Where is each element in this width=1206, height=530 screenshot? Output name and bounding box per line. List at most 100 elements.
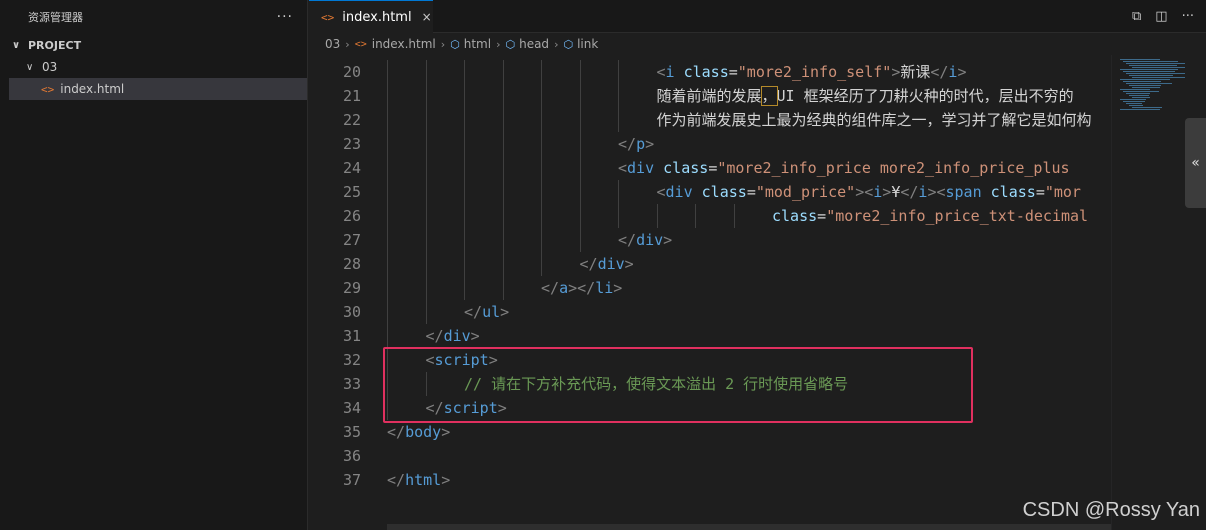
panel-toggle-button[interactable]: « — [1185, 118, 1206, 208]
code-token: "more2_info_self" — [737, 63, 892, 81]
minimap-line — [1123, 91, 1159, 92]
minimap-line — [1132, 77, 1188, 78]
tab-index-html[interactable]: <> index.html × — [309, 0, 433, 33]
code-line[interactable]: 22 作为前端发展史上最为经典的组件库之一，学习并了解它是如何构 — [309, 108, 1111, 132]
code-token: = — [708, 159, 718, 177]
code-token: i — [873, 183, 883, 201]
code-line[interactable]: 37 </html> — [309, 468, 1111, 492]
folder-item-03[interactable]: ∨ 03 — [0, 56, 307, 78]
code-text: 随着前端的发展，UI 框架经历了刀耕火种的时代，层出不穷的 — [657, 84, 1074, 108]
indent-guide — [502, 156, 504, 180]
more-actions-icon[interactable]: ··· — [1182, 9, 1194, 24]
indent-guide — [695, 204, 696, 228]
project-section[interactable]: ∨ PROJECT — [0, 34, 307, 56]
code-token: </ — [425, 327, 444, 345]
code-token: "mor — [1044, 183, 1081, 201]
code-line[interactable]: 26 class="more2_info_price_txt-decimal — [309, 204, 1111, 228]
indent-guide — [425, 60, 427, 84]
indent-guide — [502, 84, 504, 108]
code-text: </a></li> — [541, 276, 622, 300]
indent-guide — [387, 156, 388, 180]
code-token: </ — [930, 63, 949, 81]
line-number: 33 — [342, 375, 361, 393]
indent-guide — [425, 108, 427, 132]
code-token: < — [618, 159, 628, 177]
code-editor[interactable]: 20 <i class="more2_info_self">新课</i> 21 随着前… — [309, 55, 1111, 530]
indent-guide — [541, 84, 542, 108]
split-editor-icon[interactable]: ◫ — [1155, 9, 1167, 24]
code-line[interactable]: 29 </a></li> — [309, 276, 1111, 300]
indent-guide — [425, 228, 427, 252]
indent-guide — [464, 252, 465, 276]
indent-guide — [464, 276, 465, 300]
code-line[interactable]: 23 </p> — [309, 132, 1111, 156]
more-actions-icon[interactable]: ··· — [277, 9, 293, 25]
line-number: 32 — [342, 351, 361, 369]
indent-guide — [387, 180, 388, 204]
code-line[interactable]: 36 — [309, 444, 1111, 468]
minimap-line — [1126, 63, 1186, 64]
code-token: UI 框架经历了刀耕火种的时代，层出不穷的 — [776, 87, 1074, 105]
line-number: 36 — [342, 447, 361, 465]
code-line[interactable]: 27 </div> — [309, 228, 1111, 252]
indent-guide — [425, 180, 427, 204]
breadcrumb-item-html[interactable]: html — [464, 37, 491, 51]
indent-guide — [464, 204, 465, 228]
indent-guide — [464, 84, 465, 108]
code-line[interactable]: 24 <div class="more2_info_price more2_inf… — [309, 156, 1111, 180]
code-line[interactable]: 30 </ul> — [309, 300, 1111, 324]
indent-guide — [464, 60, 465, 84]
indent-guide — [579, 132, 581, 156]
code-line[interactable]: 25 <div class="mod_price"><i>¥</i><span c… — [309, 180, 1111, 204]
code-line[interactable]: 28 </div> — [309, 252, 1111, 276]
code-token: div — [627, 159, 664, 177]
indent-guide — [579, 84, 581, 108]
horizontal-scrollbar[interactable] — [387, 524, 1111, 530]
code-token: 作为前端发展史上最为经典的组件库之一，学习并了解它是如何构 — [656, 111, 1092, 129]
indent-guide — [618, 84, 619, 108]
line-number: 34 — [342, 399, 361, 417]
code-token: li — [595, 279, 614, 297]
line-number: 25 — [342, 183, 361, 201]
code-line[interactable]: 21 随着前端的发展，UI 框架经历了刀耕火种的时代，层出不穷的 — [309, 84, 1111, 108]
indent-guide — [541, 108, 542, 132]
indent-guide — [387, 60, 388, 84]
open-preview-icon[interactable]: ⧉ — [1132, 9, 1141, 24]
code-token: body — [405, 423, 442, 441]
html-file-icon: <> — [41, 82, 55, 96]
code-token: "mod_price" — [755, 183, 856, 201]
breadcrumb-item-folder[interactable]: 03 — [325, 37, 340, 51]
indent-guide — [464, 156, 465, 180]
code-line[interactable]: 35 </body> — [309, 420, 1111, 444]
breadcrumb-item-link[interactable]: link — [577, 37, 598, 51]
chevron-down-icon: ∨ — [12, 39, 21, 51]
code-token: > — [613, 279, 623, 297]
code-token: div — [665, 183, 702, 201]
code-token: div — [636, 231, 664, 249]
code-token: </ — [464, 303, 483, 321]
line-number: 20 — [342, 63, 361, 81]
html-file-icon: <> — [354, 38, 367, 50]
indent-guide — [502, 204, 504, 228]
code-token: </ — [618, 231, 637, 249]
code-text: </body> — [387, 420, 450, 444]
breadcrumb-item-head[interactable]: head — [519, 37, 549, 51]
minimap-line — [1129, 95, 1149, 96]
breadcrumb-item-file[interactable]: index.html — [372, 37, 436, 51]
explorer-title: 资源管理器 — [28, 11, 83, 24]
minimap-line — [1132, 87, 1160, 88]
file-item-index-html[interactable]: <> index.html — [9, 78, 307, 100]
chevron-down-icon: ∨ — [26, 61, 34, 73]
code-token: </ — [900, 183, 919, 201]
minimap-line — [1120, 109, 1160, 110]
code-token: > — [663, 231, 673, 249]
code-line[interactable]: 31 </div> — [309, 324, 1111, 348]
indent-guide — [425, 156, 427, 180]
line-number: 24 — [342, 159, 361, 177]
indent-guide — [425, 204, 427, 228]
indent-guide — [464, 180, 465, 204]
close-icon[interactable]: × — [422, 10, 432, 24]
minimap[interactable] — [1111, 55, 1198, 530]
code-line[interactable]: 20 <i class="more2_info_self">新课</i> — [309, 60, 1111, 84]
minimap-line — [1129, 105, 1143, 106]
